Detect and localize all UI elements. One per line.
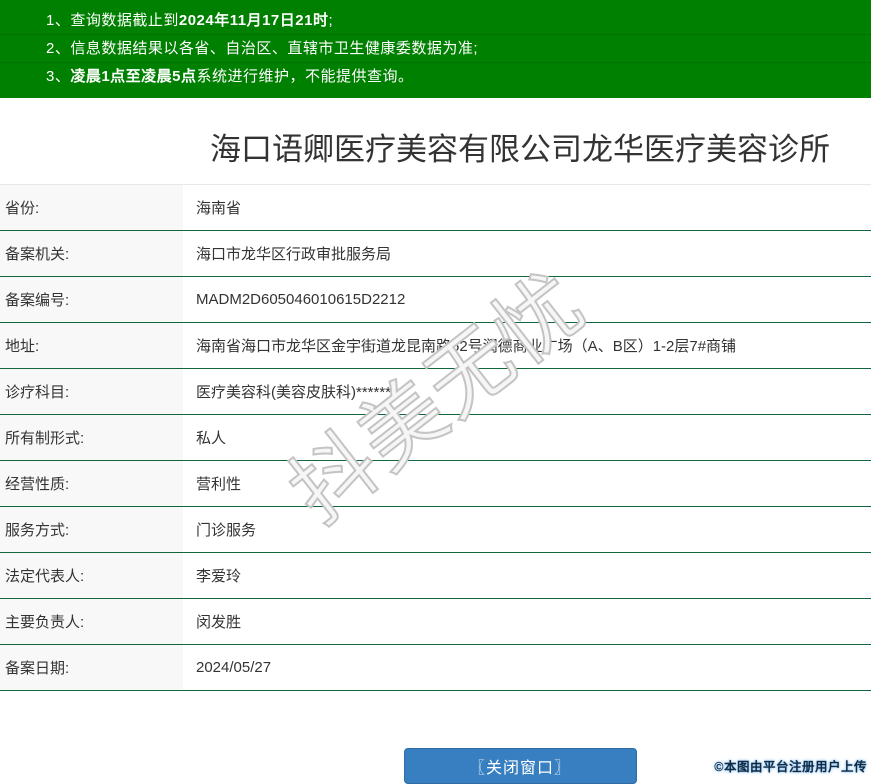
table-row-address: 地址: 海南省海口市龙华区金宇街道龙昆南路52号润德商业广场（A、B区）1-2层… — [0, 323, 871, 369]
table-row-business-nature: 经营性质: 营利性 — [0, 461, 871, 507]
table-row-province: 省份: 海南省 — [0, 185, 871, 231]
row-label: 服务方式: — [0, 507, 183, 552]
row-value: 李爱玲 — [196, 568, 242, 585]
notice-number: 1、 — [46, 12, 71, 29]
row-value: 医疗美容科(美容皮肤科)****** — [196, 384, 392, 401]
row-label: 所有制形式: — [0, 415, 183, 460]
close-window-button[interactable]: 〖关闭窗口〗 — [403, 748, 637, 784]
row-value: MADM2D605046010615D2212 — [196, 291, 406, 308]
row-value: 闵发胜 — [196, 614, 242, 631]
row-label: 主要负责人: — [0, 599, 183, 644]
notice-line-3: 3、凌晨1点至凌晨5点系统进行维护，不能提供查询。 — [0, 62, 871, 90]
notice-line-1: 1、查询数据截止到2024年11月17日21时; — [0, 7, 871, 34]
notice-text: 查询数据截止到 — [70, 12, 179, 29]
notice-number: 3、 — [46, 68, 71, 85]
table-row-filing-authority: 备案机关: 海口市龙华区行政审批服务局 — [0, 231, 871, 277]
table-row-person-in-charge: 主要负责人: 闵发胜 — [0, 599, 871, 645]
table-row-ownership-form: 所有制形式: 私人 — [0, 415, 871, 461]
row-value: 海南省 — [196, 200, 242, 217]
row-label: 备案机关: — [0, 231, 183, 276]
notice-line-2: 2、信息数据结果以各省、自治区、直辖市卫生健康委数据为准; — [0, 34, 871, 62]
row-label: 地址: — [0, 323, 183, 368]
row-value: 营利性 — [196, 476, 242, 493]
row-value: 海南省海口市龙华区金宇街道龙昆南路52号润德商业广场（A、B区）1-2层7#商铺 — [196, 338, 737, 355]
notice-banner: 1、查询数据截止到2024年11月17日21时; 2、信息数据结果以各省、自治区… — [0, 0, 871, 98]
notice-text: 系统进行维护，不能提供查询。 — [196, 68, 414, 85]
page-title: 海口语卿医疗美容有限公司龙华医疗美容诊所 — [210, 132, 830, 167]
table-row-service-mode: 服务方式: 门诊服务 — [0, 507, 871, 553]
notice-text: ; — [328, 12, 334, 29]
row-label: 备案日期: — [0, 645, 183, 690]
row-label: 诊疗科目: — [0, 369, 183, 414]
row-value: 海口市龙华区行政审批服务局 — [196, 246, 392, 263]
notice-text: 信息数据结果以各省、自治区、直辖市卫生健康委数据为准; — [70, 40, 479, 57]
record-info-table: 省份: 海南省 备案机关: 海口市龙华区行政审批服务局 备案编号: MADM2D… — [0, 184, 871, 691]
table-row-filing-number: 备案编号: MADM2D605046010615D2212 — [0, 277, 871, 323]
uploader-note: ©本图由平台注册用户上传 — [714, 760, 867, 774]
table-row-legal-representative: 法定代表人: 李爱玲 — [0, 553, 871, 599]
row-label: 省份: — [0, 185, 183, 230]
row-label: 经营性质: — [0, 461, 183, 506]
row-value: 2024/05/27 — [196, 659, 272, 676]
row-value: 门诊服务 — [196, 522, 257, 539]
row-value: 私人 — [196, 430, 227, 447]
notice-bold-text: 2024年11月17日21时 — [178, 12, 329, 29]
notice-number: 2、 — [46, 40, 71, 57]
row-label: 法定代表人: — [0, 553, 183, 598]
page-container: 1、查询数据截止到2024年11月17日21时; 2、信息数据结果以各省、自治区… — [0, 0, 871, 784]
table-row-medical-subjects: 诊疗科目: 医疗美容科(美容皮肤科)****** — [0, 369, 871, 415]
table-row-filing-date: 备案日期: 2024/05/27 — [0, 645, 871, 691]
notice-bold-text: 凌晨1点至凌晨5点 — [70, 68, 197, 85]
row-label: 备案编号: — [0, 277, 183, 322]
